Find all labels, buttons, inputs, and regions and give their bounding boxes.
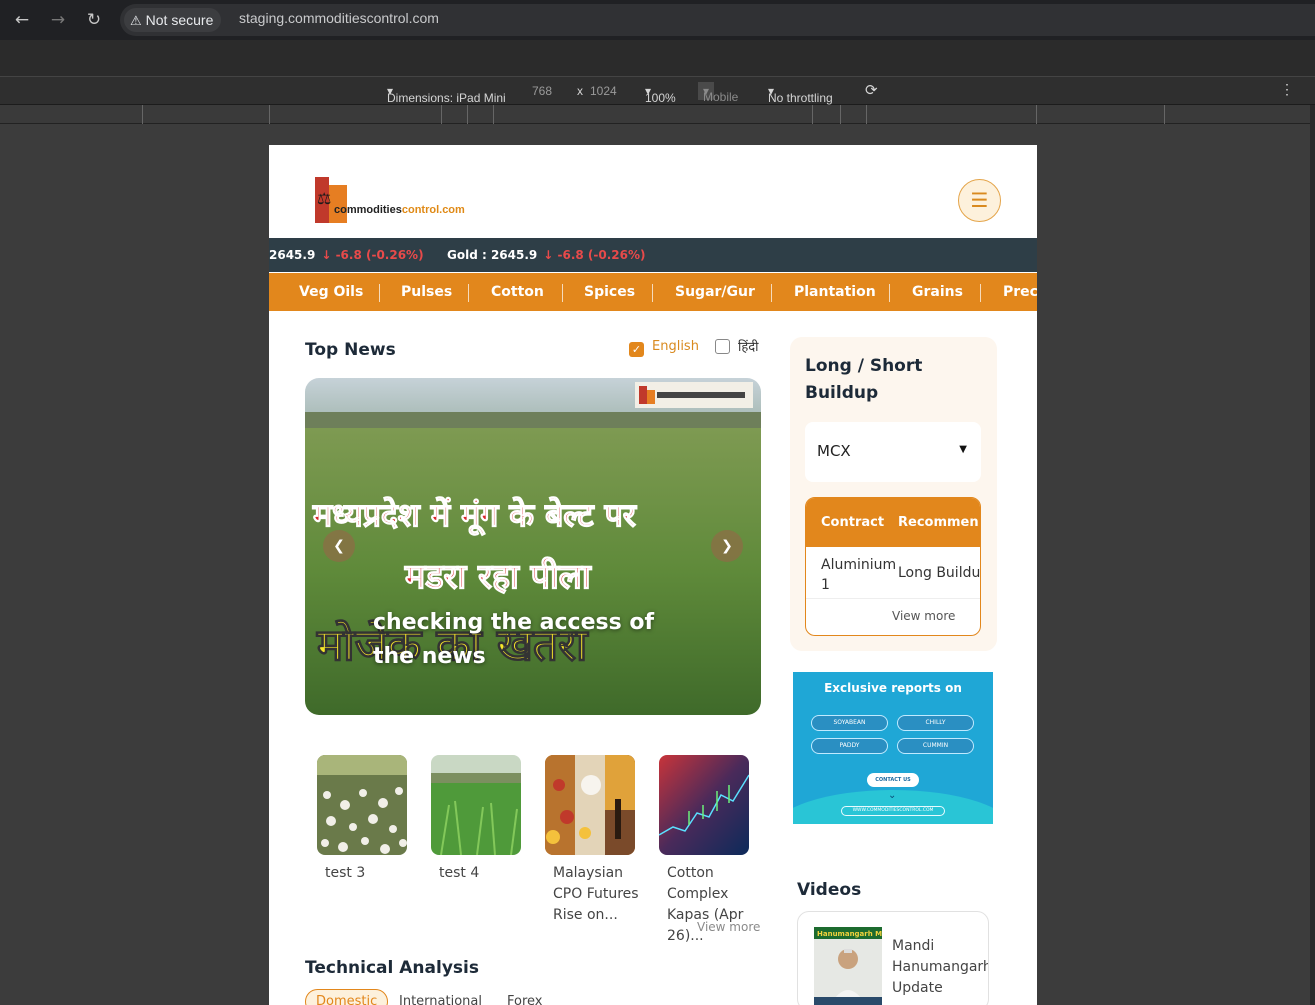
category-plantation[interactable]: Plantation	[794, 284, 876, 300]
banner-pill: CHILLY	[897, 715, 974, 731]
times-label: x	[577, 84, 583, 98]
width-field[interactable]: 768	[532, 84, 552, 98]
col-contract: Contract	[821, 515, 885, 530]
exclusive-reports-banner[interactable]: Exclusive reports on SOYABEAN CHILLY PAD…	[793, 672, 993, 824]
video-thumbnail[interactable]: Hanumangarh Mandi Up	[814, 927, 882, 1005]
url-text[interactable]: staging.commoditiescontrol.com	[239, 10, 439, 26]
news-thumb-title[interactable]: Cotton Complex Kapas (Apr 26)...	[667, 863, 757, 947]
news-thumb-title[interactable]: Malaysian CPO Futures Rise on...	[553, 863, 643, 926]
caret-down-icon: ▼	[959, 444, 967, 455]
buildup-table-header: Contract Recommen	[806, 498, 980, 547]
media-query-ruler	[0, 105, 1310, 124]
long-short-buildup-card: Long / Short Buildup MCX ▼ Contract Reco…	[790, 337, 997, 651]
col-recommendation: Recommen	[898, 515, 979, 530]
banner-pill: PADDY	[811, 738, 888, 754]
toolbar-gap	[0, 40, 1315, 76]
category-spices[interactable]: Spices	[584, 284, 635, 300]
chevron-right-icon: ❯	[721, 538, 733, 554]
exchange-select[interactable]: MCX ▼	[805, 422, 981, 482]
category-sugar-gur[interactable]: Sugar/Gur	[675, 284, 755, 300]
banner-pill: SOYABEAN	[811, 715, 888, 731]
video-card[interactable]: Hanumangarh Mandi Up Mandi Hanumangarh U…	[797, 911, 989, 1005]
arrow-down-icon: ↓	[543, 248, 554, 262]
buildup-table: Contract Recommen Aluminium 1 Long Build…	[805, 497, 981, 636]
device-toolbar: Dimensions: iPad Mini ▾ 768 x 1024 100% …	[0, 76, 1315, 105]
security-chip[interactable]: ⚠ Not secure	[124, 8, 222, 32]
news-thumb-stock-chart[interactable]	[659, 755, 749, 855]
english-checkbox[interactable]: ✓ English	[629, 339, 699, 357]
site-logo[interactable]: ⚖ commoditiescontrol.com	[313, 175, 493, 225]
menu-button[interactable]: ☰	[958, 179, 1001, 222]
video-title[interactable]: Mandi Hanumangarh Update	[892, 936, 988, 999]
category-grains[interactable]: Grains	[912, 284, 963, 300]
device-select[interactable]: Dimensions: iPad Mini ▾	[387, 84, 506, 105]
reload-icon[interactable]: ↻	[83, 9, 105, 31]
height-field[interactable]: 1024	[590, 84, 617, 98]
forward-icon[interactable]: →	[47, 9, 69, 31]
device-viewport: ⚖ commoditiescontrol.com ☰ 2645.9 ↓ -6.8 …	[269, 145, 1037, 1005]
category-veg-oils[interactable]: Veg Oils	[299, 284, 363, 300]
news-thumb-crop-field[interactable]	[431, 755, 521, 855]
banner-title: Exclusive reports on	[824, 681, 962, 695]
hero-overlay-line1: मध्यप्रदेश में मूंग के बेल्ट पर	[312, 496, 638, 536]
tab-domestic[interactable]: Domestic	[305, 989, 389, 1005]
back-icon[interactable]: ←	[11, 9, 33, 31]
mode-select[interactable]: Mobile ▾	[698, 82, 738, 104]
browser-toolbar: ← → ↻ ⚠ Not secure staging.commoditiescon…	[0, 0, 1315, 40]
row-contract[interactable]: Aluminium 1	[821, 555, 901, 595]
banner-url: WWW.COMMODITIESCONTROL.COM	[841, 806, 945, 816]
news-thumb-title[interactable]: test 3	[325, 863, 415, 884]
category-cotton[interactable]: Cotton	[491, 284, 544, 300]
news-carousel[interactable]: मध्यप्रदेश में मूंग के बेल्ट पर मडरा रहा…	[305, 378, 761, 715]
hamburger-icon: ☰	[970, 188, 989, 212]
carousel-prev-button[interactable]: ❮	[323, 530, 355, 562]
tab-international[interactable]: International	[399, 994, 482, 1005]
rotate-icon[interactable]: ⟳	[865, 81, 878, 99]
technical-analysis-title: Technical Analysis	[305, 958, 479, 978]
news-thumb-cotton-field[interactable]	[317, 755, 407, 855]
video-thumb-caption: Hanumangarh Mandi Up	[817, 930, 882, 938]
category-precious[interactable]: Preci	[1003, 284, 1037, 300]
more-options-icon[interactable]: ⋮	[1280, 81, 1294, 98]
buildup-view-more-link[interactable]: View more	[892, 609, 955, 623]
news-thumb-title[interactable]: test 4	[439, 863, 529, 884]
category-nav: Veg Oils Pulses Cotton Spices Sugar/Gur …	[269, 273, 1037, 311]
hero-overlay-line2: मडरा रहा पीला	[404, 556, 592, 597]
devtools-scrollbar[interactable]	[1310, 105, 1315, 1005]
hero-caption[interactable]: checking the access of the news	[373, 606, 673, 674]
chevron-left-icon: ❮	[333, 538, 345, 554]
banner-contact-button[interactable]: CONTACT US	[867, 773, 919, 787]
banner-pill: CUMMIN	[897, 738, 974, 754]
arrow-down-icon: ↓	[321, 248, 332, 262]
row-recommendation: Long Buildu	[898, 565, 981, 581]
ticker-item[interactable]: Gold : 2645.9 ↓ -6.8 (-0.26%)	[447, 248, 646, 262]
category-pulses[interactable]: Pulses	[401, 284, 452, 300]
chevron-down-icon: ⌄	[888, 790, 897, 801]
throttling-select[interactable]: No throttling ▾	[768, 84, 833, 105]
scale-icon: ⚖	[317, 189, 332, 208]
zoom-select[interactable]: 100% ▾	[645, 84, 676, 105]
tab-forex[interactable]: Forex	[507, 994, 543, 1005]
site-header: ⚖ commoditiescontrol.com ☰	[269, 145, 1037, 238]
price-ticker: 2645.9 ↓ -6.8 (-0.26%) Gold : 2645.9 ↓ -6.…	[269, 238, 1037, 272]
top-news-title: Top News	[305, 340, 396, 360]
ticker-item[interactable]: 2645.9 ↓ -6.8 (-0.26%)	[269, 248, 424, 262]
news-thumb-spices[interactable]	[545, 755, 635, 855]
hindi-checkbox[interactable]: हिंदी	[715, 337, 759, 355]
buildup-title: Long / Short Buildup	[805, 356, 923, 403]
videos-title: Videos	[797, 880, 862, 900]
warning-icon: ⚠	[130, 13, 142, 28]
carousel-next-button[interactable]: ❯	[711, 530, 743, 562]
top-news-view-more-link[interactable]: View more	[697, 920, 760, 934]
